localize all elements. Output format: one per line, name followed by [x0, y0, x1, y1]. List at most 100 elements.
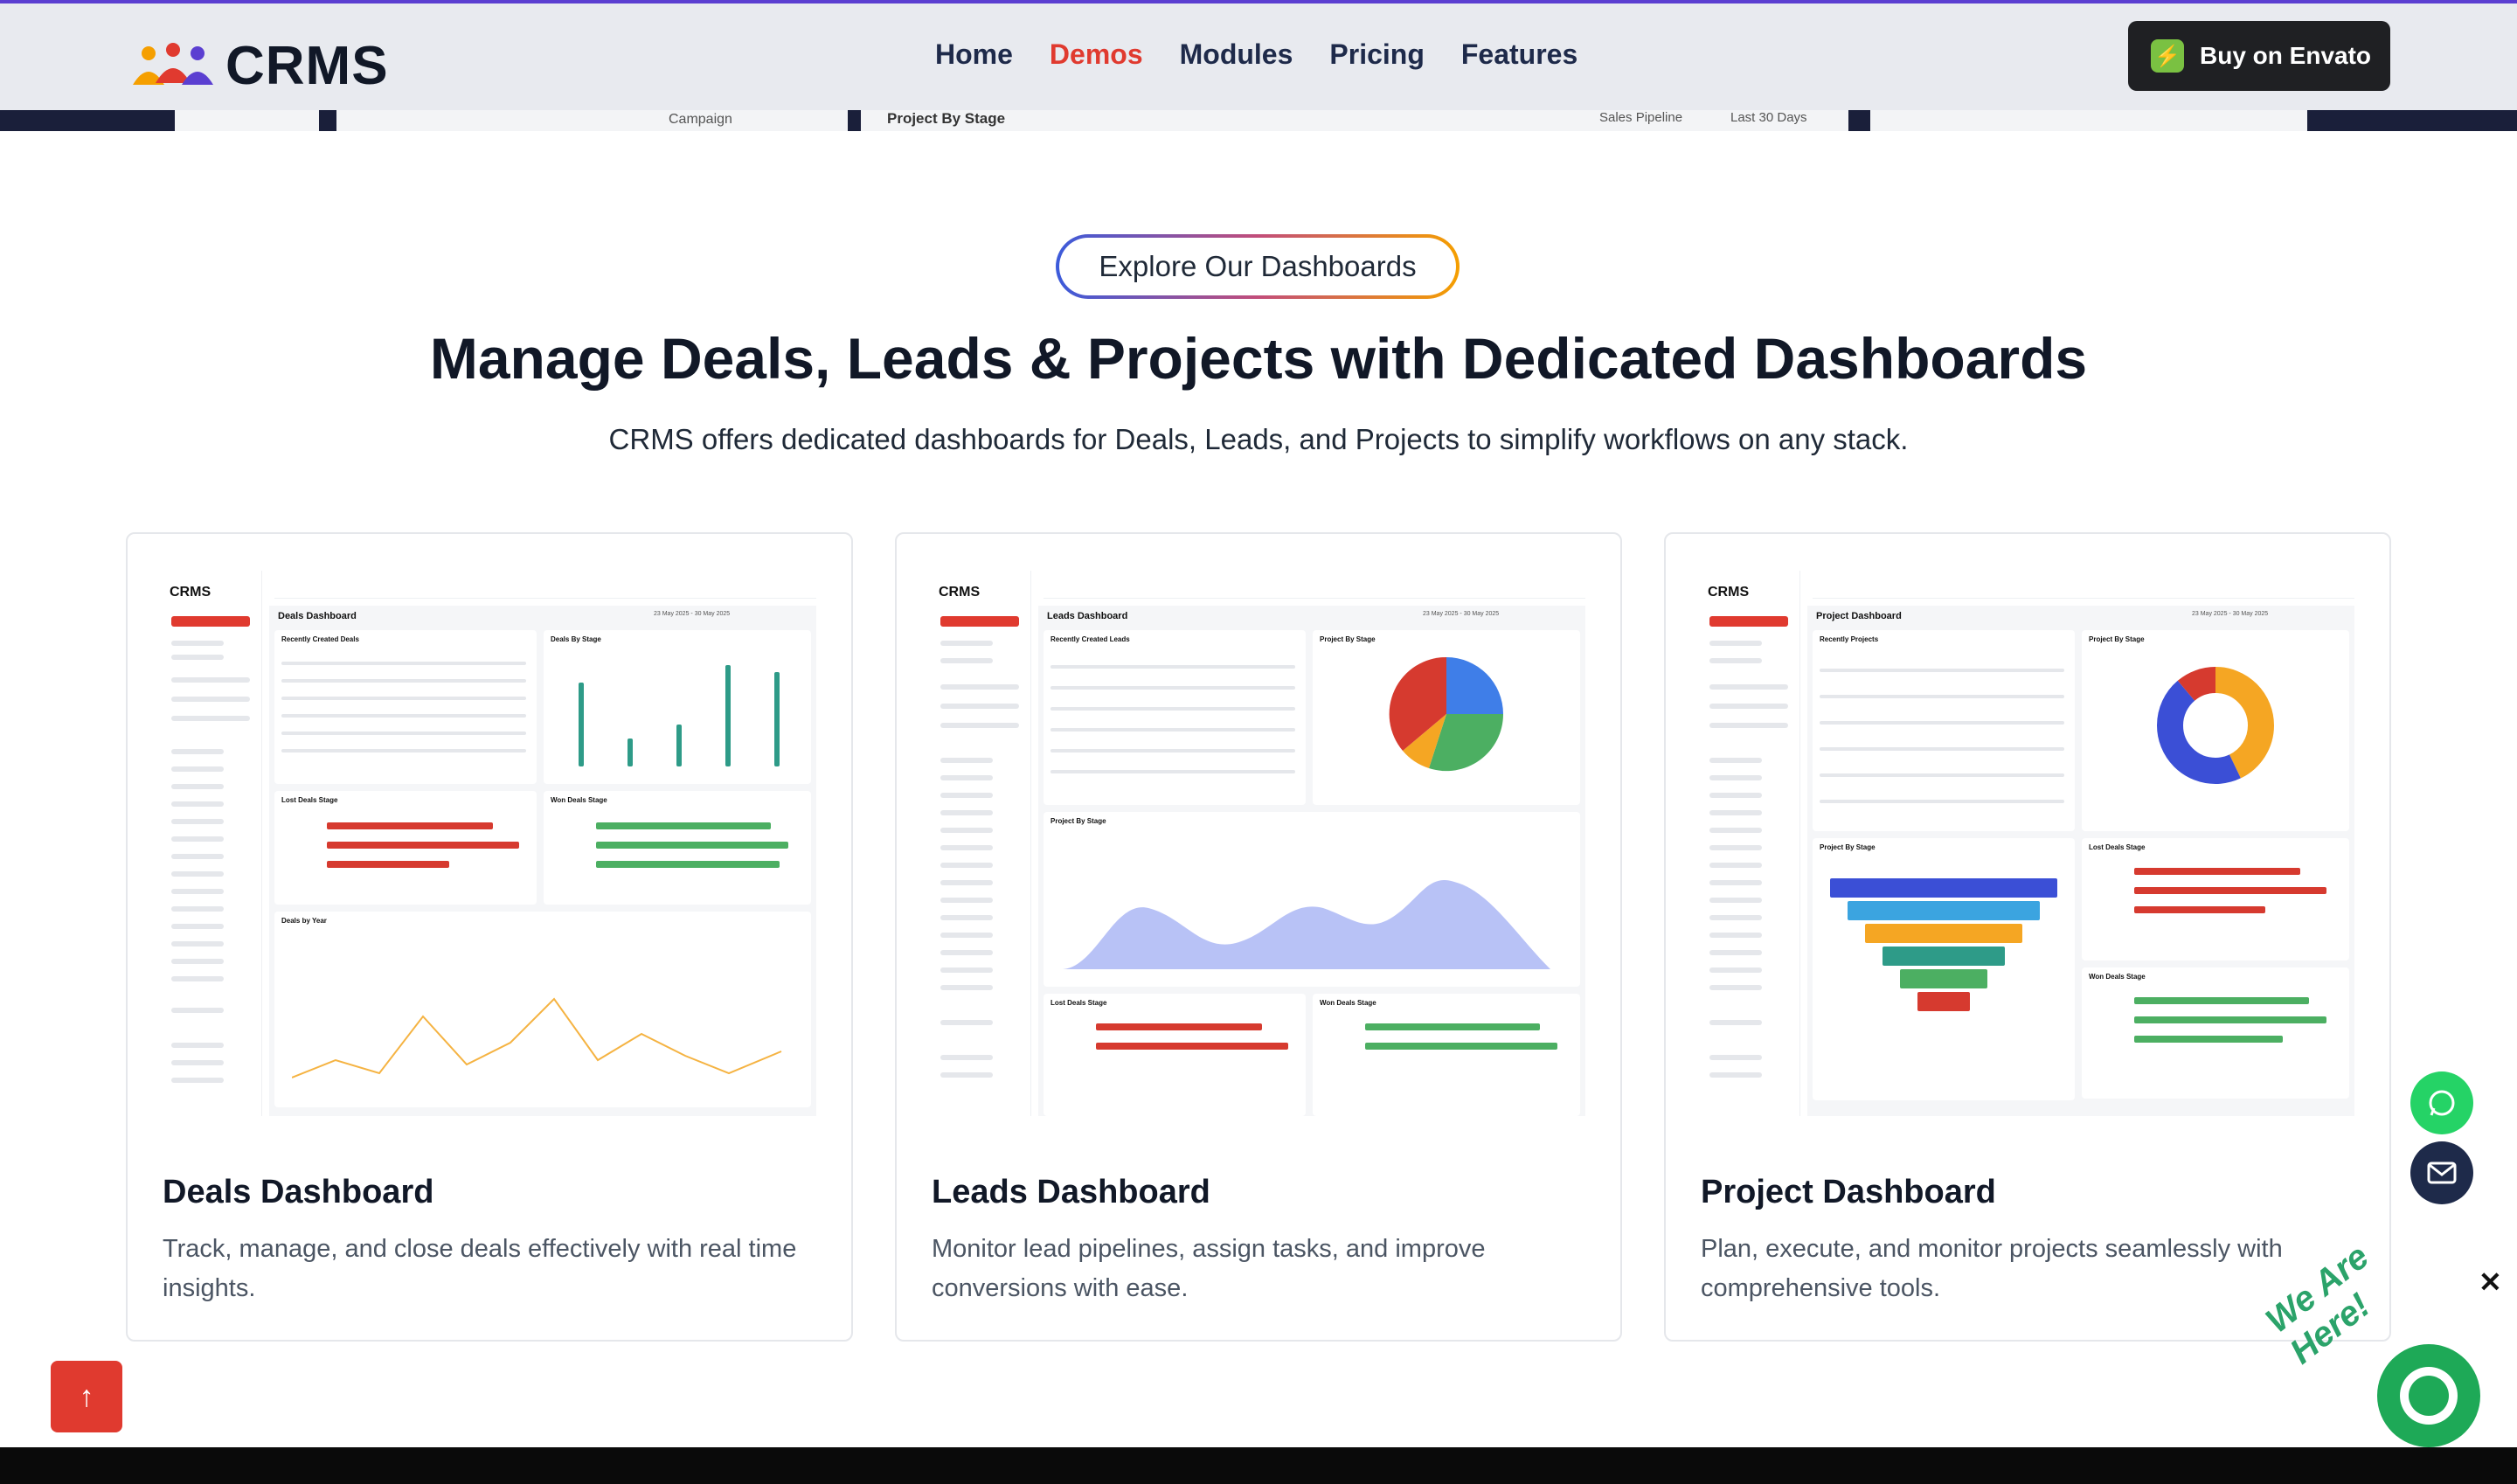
mini-bar [774, 672, 780, 766]
mini-logo: CRMS [170, 585, 211, 600]
mini-sidebar: CRMS [1699, 571, 1800, 1116]
mini-row [1050, 770, 1295, 773]
mini-row [1820, 669, 2064, 672]
mini-row [1820, 800, 2064, 803]
preview-peek [175, 110, 319, 131]
mini-topbar [1813, 579, 2354, 599]
mini-panel-title: Lost Deals Stage [281, 796, 338, 804]
site-header: Campaign Project By Stage Sales Pipeline… [0, 0, 2517, 131]
section-title: Manage Deals, Leads & Projects with Dedi… [429, 326, 2088, 391]
peek-label: Last 30 Days [1730, 110, 1807, 125]
mini-row [281, 697, 526, 700]
mini-menu-item [940, 704, 1019, 709]
mini-menu-item [940, 863, 993, 868]
logo-people-icon [133, 42, 213, 85]
mini-panel-title: Recently Created Deals [281, 635, 359, 643]
arrow-up-icon: ↑ [79, 1379, 94, 1413]
mini-main: Project Dashboard 23 May 2025 - 30 May 2… [1807, 606, 2354, 1116]
mini-menu-item [1709, 950, 1762, 955]
close-icon[interactable]: ✕ [2479, 1266, 2502, 1299]
mini-row [1050, 707, 1295, 711]
whatsapp-button[interactable] [2410, 1071, 2473, 1134]
mini-panel-title: Project By Stage [1820, 843, 1876, 851]
preview-peek: Campaign [336, 110, 848, 131]
mini-menu-item [1709, 723, 1788, 728]
mini-row [1820, 695, 2064, 698]
mini-hbar [327, 842, 519, 849]
mini-hbar [2134, 868, 2300, 875]
crms-logo[interactable]: CRMS [129, 35, 389, 97]
mini-area-chart [1061, 880, 1550, 969]
project-dashboard-card[interactable]: CRMS Project Dashboard 23 May 2025 - 30 … [1664, 532, 2391, 1342]
whatsapp-icon [2429, 1090, 2455, 1116]
leads-dashboard-card[interactable]: CRMS Leads Dashboard 23 May 2025 - 30 Ma… [895, 532, 1622, 1342]
mini-panel: Lost Deals Stage [1044, 994, 1306, 1116]
mini-row [1050, 728, 1295, 732]
mini-row [281, 714, 526, 718]
mini-panel-title: Won Deals Stage [1320, 999, 1376, 1007]
deals-dashboard-card[interactable]: CRMS Deals Dashboard 23 May 2025 - 30 Ma… [126, 532, 853, 1342]
mini-hbar [2134, 1036, 2283, 1043]
mini-menu-item [171, 784, 224, 789]
mini-hbar [1096, 1023, 1262, 1030]
mini-menu-item [171, 655, 224, 660]
mini-menu-item [171, 1078, 224, 1083]
mini-sidebar: CRMS [161, 571, 262, 1116]
nav-features[interactable]: Features [1461, 38, 1577, 71]
nav-home[interactable]: Home [935, 38, 1013, 71]
buy-on-envato-button[interactable]: ⚡ Buy on Envato [2128, 21, 2390, 91]
peek-label: Campaign [669, 112, 732, 127]
section-subtitle: CRMS offers dedicated dashboards for Dea… [608, 423, 1909, 455]
mini-panel-title: Project By Stage [2089, 635, 2145, 643]
mini-menu-item [171, 766, 224, 772]
mini-menu-item [1709, 616, 1788, 627]
mini-menu-item [171, 959, 224, 964]
mini-menu-item [171, 1043, 224, 1048]
mini-menu-item [171, 749, 224, 754]
mini-row [1820, 773, 2064, 777]
mini-menu-item [940, 1072, 993, 1078]
mini-donut-chart [2157, 667, 2274, 784]
mini-menu-item [940, 933, 993, 938]
nav-pricing[interactable]: Pricing [1329, 38, 1424, 71]
mini-menu-item [940, 1020, 993, 1025]
mini-menu-item [1709, 1055, 1762, 1060]
scroll-to-top-button[interactable]: ↑ [51, 1361, 122, 1432]
mini-funnel-step [1917, 992, 1970, 1011]
mini-sidebar: CRMS [930, 571, 1031, 1116]
mini-menu-item [1709, 933, 1762, 938]
preview-peek [1870, 110, 2307, 131]
mini-menu-item [1709, 810, 1762, 815]
nav-modules[interactable]: Modules [1180, 38, 1293, 71]
mini-panel: Recently Created Deals [274, 630, 537, 784]
mini-menu-item [940, 810, 993, 815]
mini-funnel-step [1883, 947, 2005, 966]
mini-panel: Project By Stage [1313, 630, 1580, 805]
mini-menu-item [1709, 704, 1788, 709]
chat-icon [2400, 1367, 2458, 1425]
mini-panel: Won Deals Stage [544, 791, 811, 905]
footer-bar [0, 1447, 2517, 1484]
mini-panel: Lost Deals Stage [2082, 838, 2349, 960]
mini-menu-item [940, 1055, 993, 1060]
nav-demos[interactable]: Demos [1050, 38, 1143, 71]
mini-menu-item [1709, 845, 1762, 850]
mini-row [1050, 749, 1295, 752]
explore-pill: Explore Our Dashboards [1056, 234, 1460, 299]
mini-menu-item [171, 941, 224, 947]
mini-row [281, 662, 526, 665]
mini-row [281, 679, 526, 683]
project-dashboard-thumbnail: CRMS Project Dashboard 23 May 2025 - 30 … [1699, 571, 2360, 1116]
mini-panel-title: Deals By Stage [551, 635, 601, 643]
mini-topbar [274, 579, 816, 599]
mini-date: 23 May 2025 - 30 May 2025 [654, 611, 731, 617]
chat-widget-button[interactable] [2377, 1344, 2480, 1447]
mini-panel-title: Recently Created Leads [1050, 635, 1130, 643]
mini-menu-item [940, 828, 993, 833]
mini-menu-item [171, 1060, 224, 1065]
mini-hbar [1096, 1043, 1288, 1050]
buy-label: Buy on Envato [2200, 42, 2372, 69]
mini-menu-item [1709, 793, 1762, 798]
mini-menu-item [171, 854, 224, 859]
mini-menu-item [1709, 985, 1762, 990]
